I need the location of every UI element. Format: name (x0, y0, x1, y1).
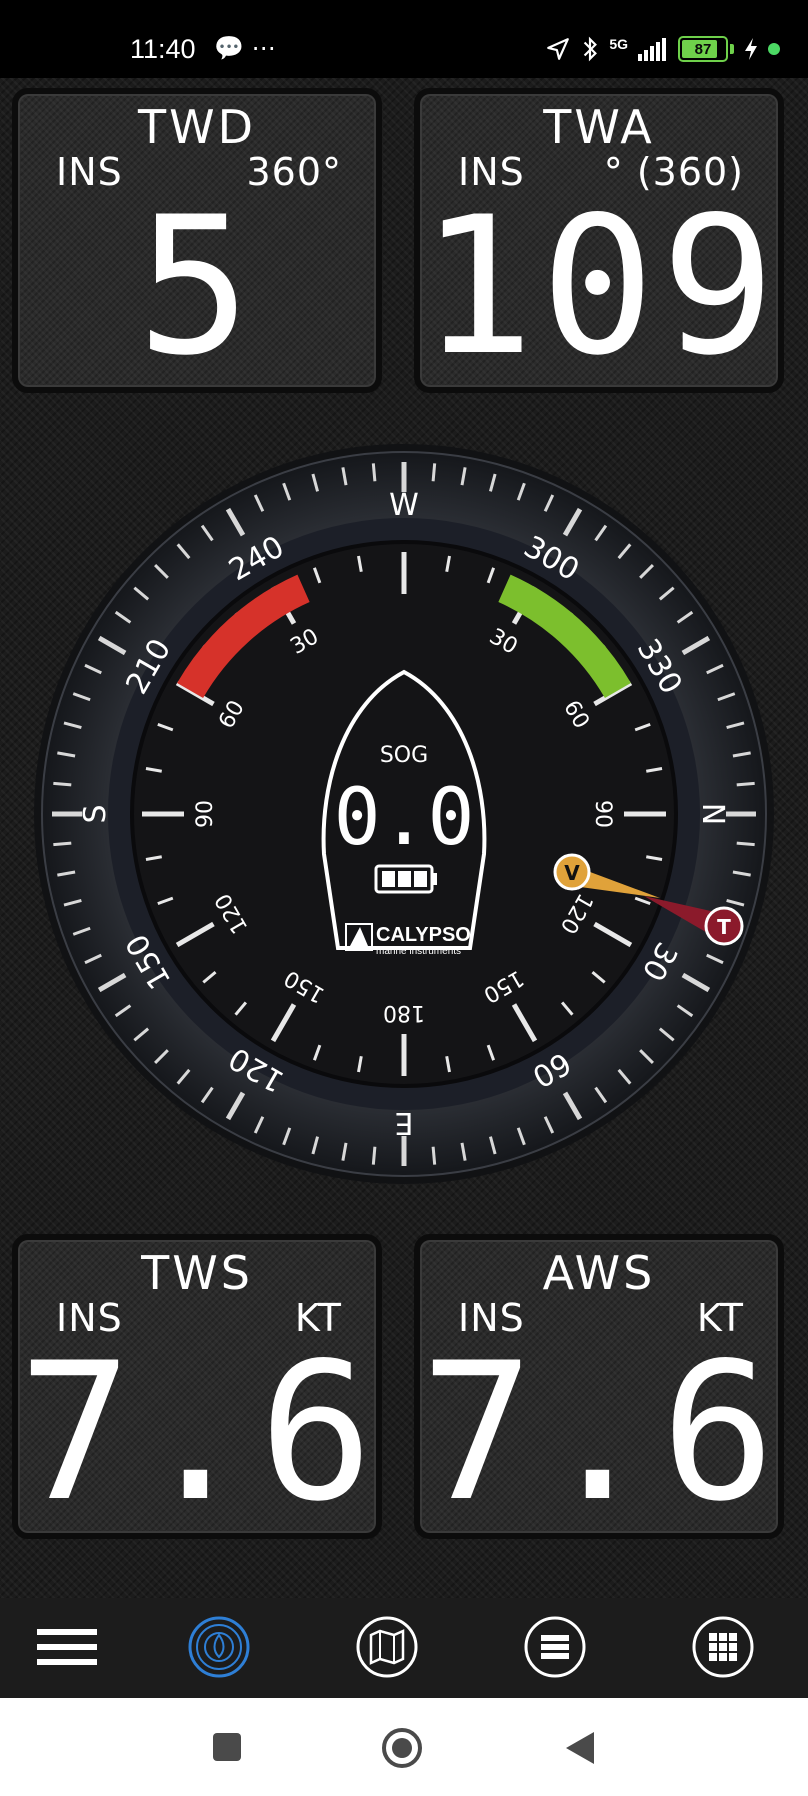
map-icon (356, 1616, 418, 1678)
nav-menu-button[interactable] (34, 1614, 100, 1680)
bezel-tick (371, 463, 377, 482)
chat-bubble-icon: 💬 (214, 34, 244, 62)
nav-gauge-button[interactable] (186, 1614, 252, 1680)
sog-label: SOG (380, 743, 428, 768)
cardinal-label: S (78, 804, 113, 823)
bezel-tick (53, 781, 72, 787)
bezel-tick (431, 463, 437, 482)
location-arrow-icon (547, 38, 570, 60)
brand-subtitle: marine instruments (376, 946, 461, 957)
square-icon (213, 1733, 241, 1761)
cardinal-label: W (389, 488, 419, 523)
bezel-tick (431, 1146, 437, 1165)
battery-icon: 87 (678, 36, 728, 62)
tile-twd[interactable]: TWD INS 360° 5 (12, 88, 382, 393)
list-icon (524, 1616, 586, 1678)
back-triangle-icon (566, 1732, 594, 1764)
instrument-panel: TWD INS 360° 5 TWA INS ° (360) 109 W N E S 3… (0, 78, 808, 1698)
nav-list-button[interactable] (522, 1614, 588, 1680)
network-type: 5G (609, 36, 628, 52)
dial-label: 180 (383, 1000, 425, 1025)
brand-name: CALYPSO (376, 924, 471, 946)
compass-icon (188, 1616, 250, 1678)
tile-value: 7.6 (420, 1322, 782, 1543)
privacy-dot-icon (768, 43, 780, 55)
tile-aws[interactable]: AWS INS KT 7.6 (414, 1234, 784, 1539)
status-time: 11:40 (130, 34, 196, 64)
tile-title: TWS (141, 1246, 253, 1300)
tile-value: 7.6 (18, 1322, 380, 1543)
bezel-tick (53, 841, 72, 847)
battery-percent: 87 (694, 40, 712, 58)
wind-compass-gauge[interactable]: WNES300330306012015021024030609012015018… (30, 440, 778, 1188)
cardinal-label: N (695, 803, 730, 825)
more-dots-icon: ⋯ (251, 34, 276, 62)
app-nav-bar (0, 1598, 808, 1698)
grid-icon (692, 1616, 754, 1678)
home-button[interactable] (380, 1726, 424, 1770)
menu-icon (37, 1629, 97, 1665)
tile-value: 109 (420, 176, 782, 397)
system-nav-bar (0, 1698, 808, 1796)
tile-twa[interactable]: TWA INS ° (360) 109 (414, 88, 784, 393)
true-wind-label: T (717, 915, 731, 939)
dial-label: 90 (193, 800, 218, 828)
tile-tws[interactable]: TWS INS KT 7.6 (12, 1234, 382, 1539)
back-button[interactable] (562, 1728, 598, 1768)
nav-map-button[interactable] (354, 1614, 420, 1680)
bezel-tick (371, 1146, 377, 1165)
dial-label: 90 (590, 800, 615, 828)
tile-title: AWS (542, 1246, 656, 1300)
tile-title: TWA (543, 100, 655, 154)
tile-source: INS (56, 150, 123, 194)
apparent-wind-label: V (564, 861, 580, 885)
bezel-tick (736, 841, 755, 847)
signal-icon (638, 38, 666, 61)
tile-title: TWD (137, 100, 256, 154)
tile-unit: 360° (246, 150, 342, 194)
nav-grid-button[interactable] (690, 1614, 756, 1680)
charging-bolt-icon (745, 38, 757, 60)
bezel-tick (736, 781, 755, 787)
sog-value: 0.0 (334, 773, 475, 863)
status-bar: 11:40 💬 ⋯ 5G 87 (0, 0, 808, 78)
tile-value: 5 (136, 176, 258, 397)
bluetooth-icon (584, 36, 598, 62)
recents-button[interactable] (210, 1730, 244, 1764)
cardinal-label: E (395, 1105, 414, 1140)
